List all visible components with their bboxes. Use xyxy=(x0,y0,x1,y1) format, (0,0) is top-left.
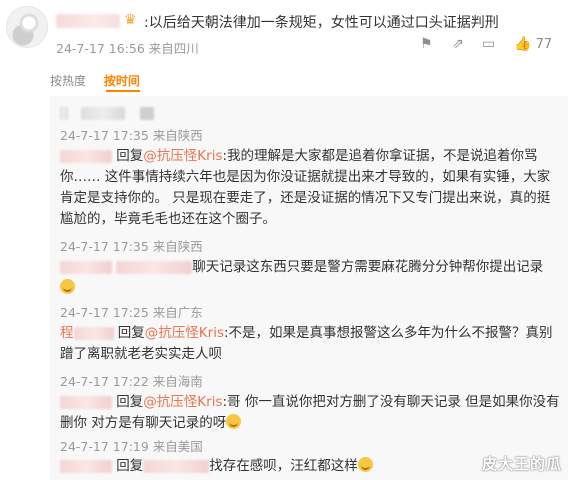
reply-3: 程 回复@抗压怪Kris:不是，如果是真事想报警这么多年为什么不报警？真别蹭了离… xyxy=(60,325,553,362)
commenter-avatar[interactable] xyxy=(6,6,48,48)
reply-3-meta: 24-7-17 17:22 来自海南 xyxy=(60,374,203,389)
reply-user-blurred[interactable] xyxy=(60,260,112,274)
sort-by-time[interactable]: 按时间 xyxy=(104,74,140,88)
reply-mention-blurred[interactable] xyxy=(116,260,193,274)
comment-icon: ▭ xyxy=(482,36,496,52)
comment-meta: 24-7-17 16:56 来自四川 xyxy=(56,38,199,57)
reply-4-meta: 24-7-17 17:19 来自美国 xyxy=(60,439,203,454)
mention-link[interactable]: @抗压怪Kris xyxy=(143,148,222,164)
reply-user-blurred[interactable] xyxy=(60,395,112,409)
sort-tabs: 按热度 按时间 xyxy=(50,72,154,89)
reply-2-meta: 24-7-17 17:25 来自广东 xyxy=(60,305,203,320)
reply-2: 聊天记录这东西只要是警方需要麻花腾分分钟帮你提出记录 xyxy=(60,257,560,299)
reply-4: 回复@抗压怪Kris:哥 你一直说你把对方删了没有聊天记录 但是如果你没有删你 … xyxy=(60,394,560,431)
comment-text: :以后给天朝法律加一条规矩，女性可以通过口头证据判刑 xyxy=(144,15,499,31)
thumbs-up-icon: 👍 xyxy=(514,36,532,52)
reply-user[interactable]: 程 xyxy=(60,325,74,341)
comment-time: 24-7-17 16:56 xyxy=(56,41,145,56)
emoji-icon xyxy=(357,457,373,472)
reply-user-blurred[interactable] xyxy=(60,459,112,473)
like-count: 77 xyxy=(535,37,553,52)
flag-icon[interactable]: ⚑ xyxy=(420,36,433,52)
like-button[interactable]: 👍 77 xyxy=(514,36,552,52)
crown-icon: ♛ xyxy=(124,12,137,28)
comment-location: 来自四川 xyxy=(148,41,199,56)
reply-1-meta: 24-7-17 17:35 来自陕西 xyxy=(60,239,203,254)
share-button[interactable]: ⇗ xyxy=(452,36,464,52)
reply-user-blurred[interactable] xyxy=(60,149,112,163)
sort-active-underline xyxy=(106,90,140,92)
comment-actions: ⚑ xyxy=(420,36,433,52)
reply-1: 回复@抗压怪Kris:我的理解是大家都是追着你拿证据，不是说追着你骂你…… 这件… xyxy=(60,148,551,227)
mention-link[interactable]: @抗压怪Kris xyxy=(143,394,222,410)
emoji-icon xyxy=(60,279,75,294)
mention-link[interactable]: @抗压怪Kris xyxy=(145,325,224,341)
reply-user-blurred[interactable] xyxy=(60,103,155,122)
sort-by-hot[interactable]: 按热度 xyxy=(50,74,86,88)
watermark: 皮大王的瓜 xyxy=(481,455,562,473)
reply-0-meta: 24-7-17 17:35 来自陕西 xyxy=(60,128,203,143)
emoji-icon xyxy=(226,414,242,429)
commenter-name-blurred[interactable] xyxy=(56,14,120,28)
share-icon: ⇗ xyxy=(452,36,464,52)
reply-button[interactable]: ▭ xyxy=(482,36,495,52)
